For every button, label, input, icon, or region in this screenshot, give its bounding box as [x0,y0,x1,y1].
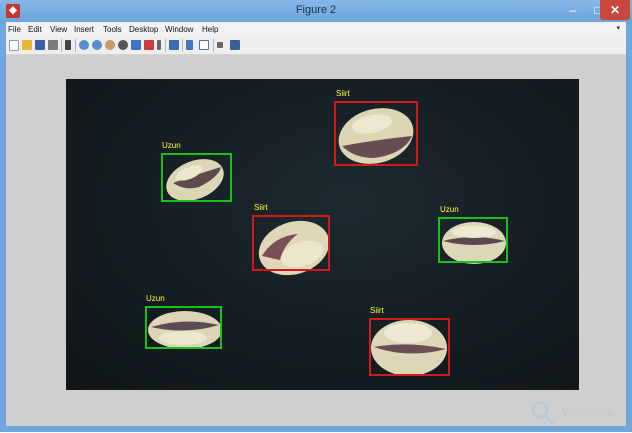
image-axes: Uzun Siirt Siirt Uzun Uzun Siirt [66,79,579,390]
detection-box-uzun [161,153,232,202]
menu-desktop[interactable]: Desktop [129,25,158,34]
menu-tools[interactable]: Tools [103,25,122,34]
detection-box-siirt [252,215,330,271]
menu-overflow-icon[interactable]: ▾ [616,24,620,32]
detection-label: Uzun [440,205,459,214]
watermark-key-icon [531,401,556,427]
detection-label: Uzun [146,294,165,303]
detection-label: Siirt [336,89,350,98]
detection-box-uzun [438,217,508,263]
detection-label: Siirt [370,306,384,315]
detection-label: Uzun [162,141,181,150]
close-button[interactable]: ✕ [600,0,630,20]
link-plot-icon[interactable] [169,40,179,50]
data-cursor-icon[interactable] [131,40,141,50]
menu-insert[interactable]: Insert [74,25,94,34]
toolbar-separator [213,39,214,52]
open-file-icon[interactable] [22,40,32,50]
detection-label: Siirt [254,203,268,212]
minimize-button[interactable]: – [560,0,586,20]
toolbar-separator [182,39,183,52]
rotate-3d-icon[interactable] [118,40,128,50]
brush-icon[interactable] [144,40,154,50]
print-icon[interactable] [48,40,58,50]
zoom-out-icon[interactable] [92,40,102,50]
toolbar-separator [165,39,166,52]
new-figure-icon[interactable] [9,40,19,51]
save-icon[interactable] [35,40,45,50]
menu-window[interactable]: Window [165,25,193,34]
show-plot-tools-icon[interactable] [230,40,240,50]
watermark: Window'u [528,400,624,428]
watermark-text: Window'u [562,405,614,419]
edit-plot-arrow-icon[interactable] [65,40,71,50]
hide-plot-tools-icon[interactable] [217,42,223,48]
menu-view[interactable]: View [50,25,67,34]
menu-bar: File Edit View Insert Tools Desktop Wind… [6,22,626,37]
window-title: Figure 2 [295,4,337,16]
menu-edit[interactable]: Edit [28,25,42,34]
detection-box-siirt [334,101,418,166]
figure-canvas: Uzun Siirt Siirt Uzun Uzun Siirt [6,55,626,426]
detection-box-siirt [369,318,450,376]
insert-colorbar-icon[interactable] [186,40,193,50]
brush-dropdown-icon[interactable] [157,40,161,50]
figure-window: ◆ Figure 2 – □ ✕ File Edit View Insert T… [0,0,632,432]
detection-box-uzun [145,306,222,349]
pan-hand-icon[interactable] [105,40,115,50]
toolbar-separator [61,39,62,52]
figure-toolbar [6,37,626,55]
title-bar[interactable]: ◆ Figure 2 – □ ✕ [0,0,632,22]
menu-help[interactable]: Help [202,25,218,34]
insert-legend-icon[interactable] [199,40,209,50]
toolbar-separator [75,39,76,52]
menu-file[interactable]: File [8,25,21,34]
zoom-in-icon[interactable] [79,40,89,50]
